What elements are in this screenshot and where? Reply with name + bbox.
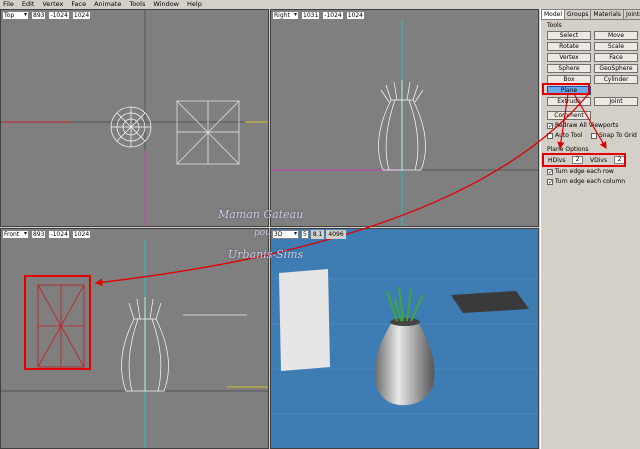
vase-3d	[374, 286, 435, 406]
tab-groups[interactable]: Groups	[564, 9, 592, 19]
tool-panel: Model Groups Materials Joints Tools Sele…	[540, 9, 640, 449]
menu-vertex[interactable]: Vertex	[42, 0, 63, 9]
view-select-front[interactable]: Front	[2, 229, 29, 239]
check-icon: ✓	[547, 168, 554, 176]
tab-materials[interactable]: Materials	[590, 9, 624, 19]
view-select-top[interactable]: Top	[2, 10, 29, 20]
coord-front-2[interactable]: -1024	[48, 229, 70, 239]
viewport-top-canvas	[1, 10, 268, 226]
menu-window[interactable]: Window	[153, 0, 179, 9]
turn-column-check[interactable]: ✓ Turn edge each column	[547, 178, 625, 185]
menu-bar: File Edit Vertex Face Animate Tools Wind…	[0, 0, 640, 9]
plane-options-highlight	[542, 153, 626, 167]
joint-button[interactable]: Joint	[594, 97, 638, 106]
viewport-right[interactable]: Right 1031 -1024 1024	[270, 9, 539, 227]
view-select-right[interactable]: Right	[272, 10, 299, 20]
select-button[interactable]: Select	[547, 31, 591, 40]
snap-grid-label: Snap To Grid	[599, 132, 637, 139]
viewport-top-header: Top 893 -1024 1024	[1, 10, 92, 20]
view-select-3d[interactable]: 3D	[272, 229, 299, 239]
auto-tool-check[interactable]: Auto Tool	[547, 132, 583, 139]
menu-face[interactable]: Face	[71, 0, 86, 9]
coord-front-1[interactable]: 893	[31, 229, 47, 239]
check-icon: ✓	[547, 122, 554, 130]
menu-edit[interactable]: Edit	[22, 0, 35, 9]
coord-3d-1[interactable]: 5	[301, 229, 309, 239]
tab-joints[interactable]: Joints	[622, 9, 640, 19]
coord-right-1[interactable]: 1031	[301, 10, 321, 20]
extrude-button[interactable]: Extrude	[547, 97, 591, 106]
plane-button-highlight	[542, 83, 590, 95]
rotate-button[interactable]: Rotate	[547, 42, 591, 51]
redraw-all-label: Redraw All Viewports	[555, 122, 619, 129]
watermark-line3: Urbanis-Sims	[228, 248, 304, 261]
viewport-3d-header: 3D 5 8.1 4096	[271, 229, 346, 239]
box-3d-dark	[451, 291, 529, 313]
coord-right-3[interactable]: 1024	[345, 10, 365, 20]
menu-animate[interactable]: Animate	[94, 0, 121, 9]
menu-tools[interactable]: Tools	[129, 0, 145, 9]
coord-3d-3[interactable]: 4096	[326, 229, 346, 239]
face-button[interactable]: Face	[594, 53, 638, 62]
plane-top-wireframe	[176, 100, 240, 165]
watermark-line1: Maman Gateau	[218, 208, 304, 221]
plane-3d-card	[279, 269, 330, 371]
tab-model[interactable]: Model	[541, 9, 566, 19]
coord-3d-2[interactable]: 8.1	[310, 229, 325, 239]
vase-top-wireframe	[110, 106, 152, 148]
sphere-button[interactable]: Sphere	[547, 64, 591, 73]
turn-row-label: Turn edge each row	[555, 168, 614, 175]
tools-label: Tools	[547, 22, 562, 29]
coord-top-3[interactable]: 1024	[71, 10, 92, 20]
plane-options-label: Plane Options	[547, 146, 589, 153]
comment-button[interactable]: Comment	[547, 111, 591, 120]
coord-right-2[interactable]: -1024	[322, 10, 344, 20]
vase-right-wireframe	[378, 80, 426, 171]
geosphere-button[interactable]: GeoSphere	[594, 64, 638, 73]
coord-top-2[interactable]: -1024	[48, 10, 70, 20]
turn-column-label: Turn edge each column	[555, 178, 625, 185]
move-button[interactable]: Move	[594, 31, 638, 40]
check-icon: ✓	[547, 178, 554, 186]
redraw-all-check[interactable]: ✓ Redraw All Viewports	[547, 122, 618, 129]
viewport-3d[interactable]: 3D 5 8.1 4096	[270, 228, 539, 449]
menu-help[interactable]: Help	[187, 0, 202, 9]
checkbox-empty-icon	[591, 132, 597, 139]
viewport-3d-canvas	[271, 269, 538, 415]
viewport-right-canvas	[271, 20, 538, 226]
vase-front-wireframe	[121, 297, 169, 392]
snap-grid-check[interactable]: Snap To Grid	[591, 132, 637, 139]
turn-row-check[interactable]: ✓ Turn edge each row	[547, 168, 614, 175]
scale-button[interactable]: Scale	[594, 42, 638, 51]
checkbox-empty-icon	[547, 132, 553, 139]
menu-file[interactable]: File	[3, 0, 14, 9]
viewport-right-header: Right 1031 -1024 1024	[271, 10, 365, 20]
front-plane-highlight	[24, 275, 91, 370]
auto-tool-label: Auto Tool	[555, 132, 583, 139]
viewport-front-header: Front 893 -1024 1024	[1, 229, 92, 239]
viewport-top[interactable]: Top 893 -1024 1024	[0, 9, 269, 227]
panel-tabs: Model Groups Materials Joints	[541, 9, 640, 20]
coord-top-1[interactable]: 893	[31, 10, 47, 20]
cylinder-button[interactable]: Cylinder	[594, 75, 638, 84]
coord-front-3[interactable]: 1024	[71, 229, 92, 239]
vertex-button[interactable]: Vertex	[547, 53, 591, 62]
